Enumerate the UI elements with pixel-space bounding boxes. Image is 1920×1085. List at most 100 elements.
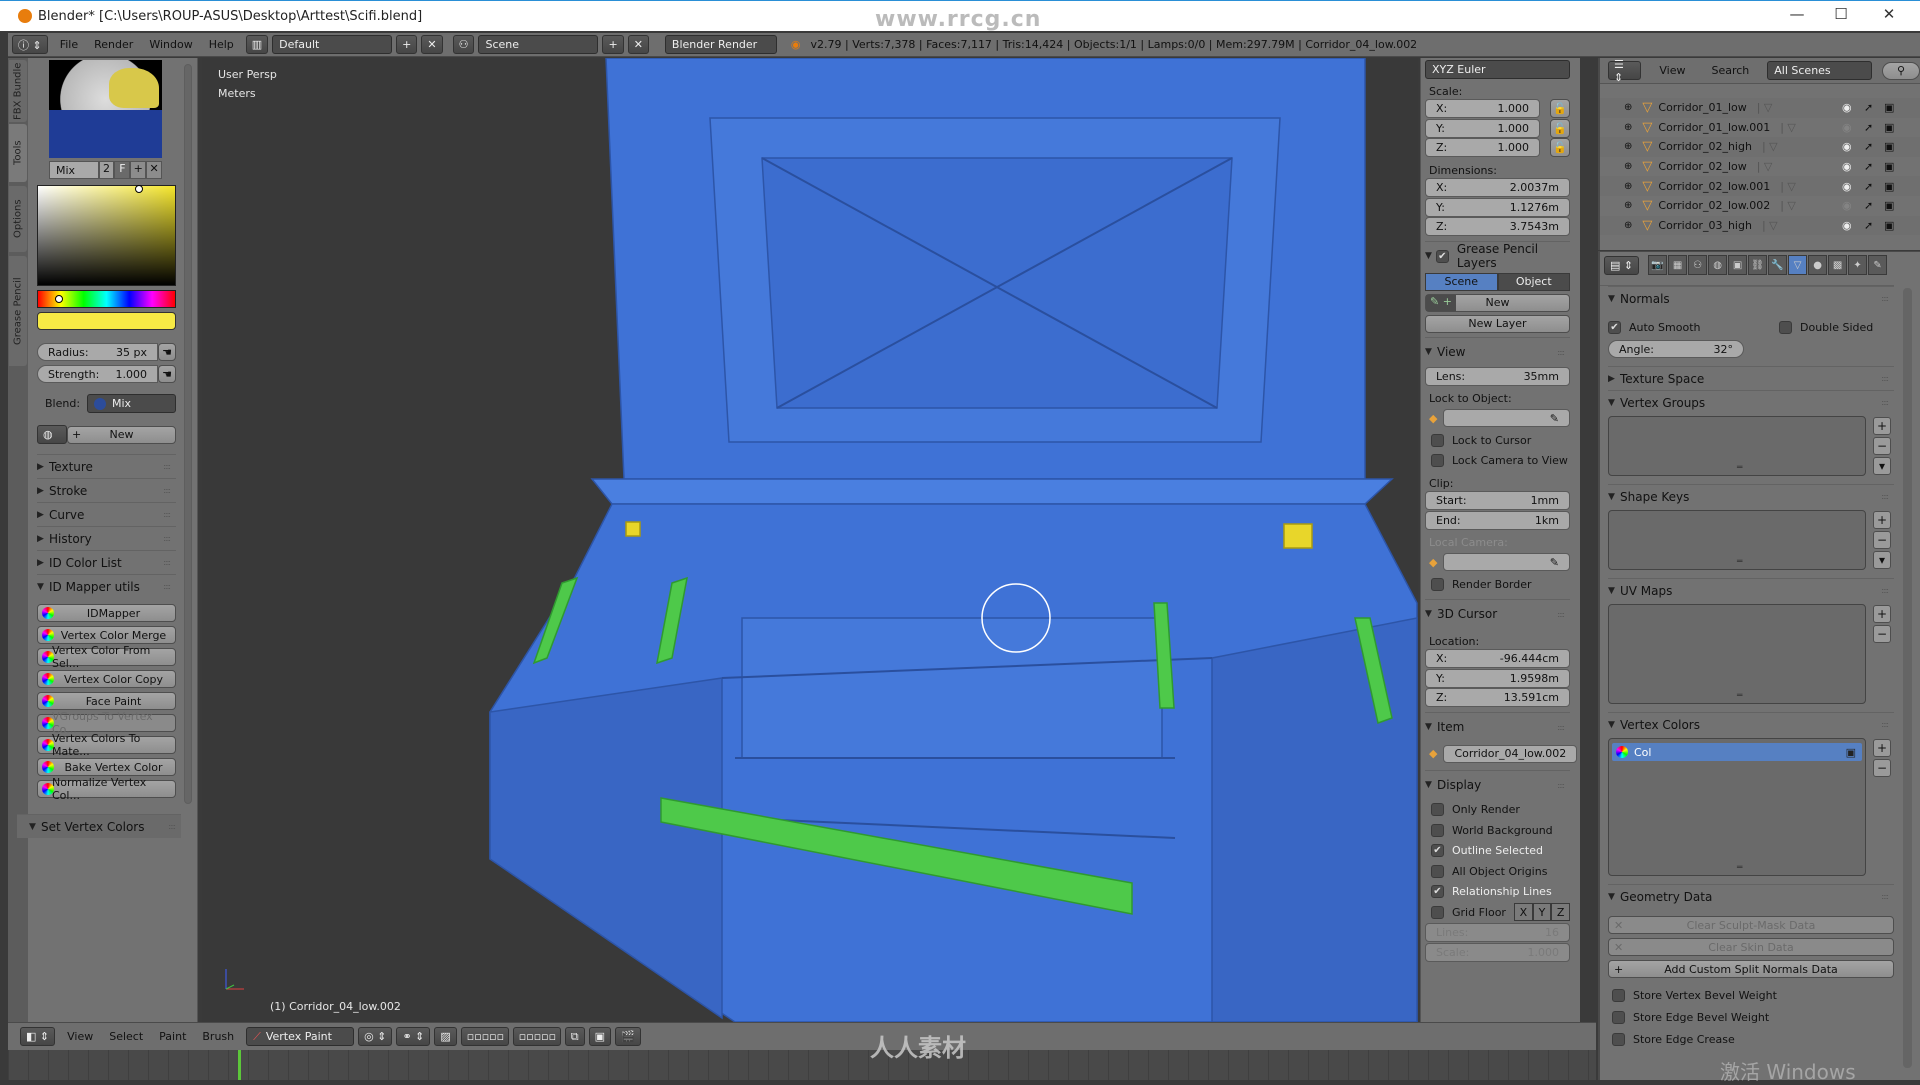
- only-render-checkbox[interactable]: [1431, 803, 1444, 817]
- renderable-camera-icon[interactable]: ▣: [1884, 121, 1894, 134]
- grip-icon[interactable]: ::::: [163, 582, 171, 591]
- expand-icon[interactable]: ⊕: [1624, 200, 1632, 211]
- lines-field[interactable]: Lines: 16: [1425, 922, 1570, 942]
- object-field[interactable]: Corridor_04_low.002: [1443, 744, 1578, 763]
- panel-shape-keys[interactable]: ▼ Shape Keys::::: [1608, 484, 1894, 508]
- panel-view[interactable]: ▼ View::::: [1425, 336, 1570, 367]
- pressure-radius-icon[interactable]: ☚: [158, 343, 176, 361]
- visibility-eye-icon[interactable]: ◉: [1842, 121, 1852, 134]
- outliner-item[interactable]: ⊕ ▽ Corridor_03_high | ▽ ◉ ➚ ▣: [1600, 215, 1920, 236]
- remove-vertex-color-button[interactable]: −: [1873, 759, 1891, 777]
- z-field[interactable]: Z: 13.591cm: [1425, 688, 1570, 708]
- outliner-item[interactable]: ⊕ ▽ Corridor_02_low | ▽ ◉ ➚ ▣: [1600, 157, 1920, 177]
- panel-history[interactable]: ▶ History::::: [37, 526, 176, 550]
- selectable-arrow-icon[interactable]: ➚: [1864, 101, 1873, 114]
- vertex-color-item[interactable]: Col ▣: [1612, 743, 1862, 761]
- visibility-eye-icon[interactable]: ◉: [1842, 140, 1852, 153]
- tab-options[interactable]: Options: [9, 186, 27, 252]
- x-field[interactable]: X: -96.444cm: [1425, 649, 1570, 669]
- visibility-eye-icon[interactable]: ◉: [1842, 160, 1852, 173]
- expand-icon[interactable]: ⊕: [1624, 181, 1632, 192]
- new-layer-button[interactable]: New Layer: [1425, 314, 1570, 333]
- 3d-viewport[interactable]: User Persp Meters (1) Corridor_04_low.00…: [202, 58, 1418, 1022]
- selectable-arrow-icon[interactable]: ➚: [1864, 121, 1873, 134]
- visibility-eye-icon[interactable]: ◉: [1842, 180, 1852, 193]
- tab-data-icon[interactable]: ▽: [1788, 255, 1808, 275]
- render-camera-icon[interactable]: ▣: [1846, 746, 1856, 759]
- relationship-lines-checkbox[interactable]: ✔: [1431, 885, 1444, 899]
- renderable-camera-icon[interactable]: ▣: [1884, 160, 1894, 173]
- face-mask-icon[interactable]: ▨: [434, 1027, 457, 1046]
- visibility-eye-icon[interactable]: ◉: [1842, 199, 1852, 212]
- grid-floor-checkbox[interactable]: [1431, 905, 1444, 919]
- grip-icon[interactable]: ::::: [1557, 348, 1565, 357]
- tab-modifiers-icon[interactable]: 🔧: [1768, 255, 1788, 275]
- info-editor-type-icon[interactable]: ⓘ ⇕: [12, 35, 48, 54]
- remove-vertex-group-button[interactable]: −: [1873, 437, 1891, 455]
- z-field[interactable]: Z: 1.000: [1425, 138, 1540, 158]
- vertex-color-from-sel-button[interactable]: Vertex Color From Sel...: [37, 644, 176, 670]
- render-border-checkbox[interactable]: [1431, 578, 1444, 592]
- add-vertex-color-button[interactable]: +: [1873, 739, 1891, 757]
- brush-preview[interactable]: [49, 60, 162, 158]
- grease-pencil-checkbox[interactable]: ✔: [1435, 249, 1449, 263]
- panel-vertex-groups[interactable]: ▼ Vertex Groups::::: [1608, 390, 1894, 414]
- grip-icon[interactable]: ::::: [163, 486, 171, 495]
- outliner-editor-icon[interactable]: ☰ ⇕: [1608, 58, 1642, 84]
- add-scene-button[interactable]: +: [602, 35, 624, 54]
- new-button[interactable]: ✎ + New: [1425, 293, 1570, 312]
- layers-grid-2[interactable]: ▫▫▫▫▫: [512, 1027, 561, 1046]
- remove-layout-button[interactable]: ✕: [421, 35, 443, 54]
- expand-icon[interactable]: ⊕: [1624, 220, 1632, 231]
- grid-axis-y[interactable]: Y: [1532, 903, 1552, 922]
- tab-particles-icon[interactable]: ✦: [1848, 255, 1868, 275]
- current-frame-indicator[interactable]: [238, 1050, 241, 1080]
- outliner-menu-search[interactable]: Search: [1703, 64, 1757, 77]
- tab-render-layers-icon[interactable]: ▦: [1668, 255, 1688, 275]
- toggle-scene[interactable]: Scene: [1425, 272, 1498, 291]
- panel-texture-space[interactable]: ▶ Texture Space::::: [1608, 366, 1894, 390]
- outliner-item[interactable]: ⊕ ▽ Corridor_02_low.001 | ▽ ◉ ➚ ▣: [1600, 176, 1920, 196]
- panel-uv-maps[interactable]: ▼ UV Maps::::: [1608, 578, 1894, 602]
- panel-stroke[interactable]: ▶ Stroke::::: [37, 478, 176, 502]
- scene-select[interactable]: Scene: [478, 35, 599, 54]
- fake-user-toggle[interactable]: F: [114, 161, 131, 179]
- radius-field[interactable]: Radius: 35 px: [37, 343, 158, 361]
- end-field[interactable]: End: 1km: [1425, 511, 1570, 531]
- lock-to-cursor-checkbox[interactable]: [1431, 433, 1444, 447]
- menu-brush[interactable]: Brush: [194, 1030, 242, 1043]
- grid-axis-x[interactable]: X: [1514, 903, 1533, 922]
- properties-editor-icon[interactable]: ▤ ⇕: [1604, 255, 1640, 275]
- palette-icon[interactable]: ◍: [37, 425, 67, 444]
- add-vertex-group-button[interactable]: +: [1873, 417, 1891, 435]
- properties-scrollbar[interactable]: [1903, 288, 1912, 1068]
- outliner-item[interactable]: ⊕ ▽ Corridor_01_low.001 | ▽ ◉ ➚ ▣: [1600, 118, 1920, 138]
- render-engine-select[interactable]: Blender Render: [664, 35, 777, 54]
- blend-select[interactable]: Mix: [87, 394, 176, 413]
- grip-icon[interactable]: ::::: [163, 558, 171, 567]
- lock-icon[interactable]: 🔓: [1550, 99, 1570, 119]
- tab-constraints-icon[interactable]: ⛓: [1748, 255, 1768, 275]
- renderable-camera-icon[interactable]: ▣: [1884, 180, 1894, 193]
- render-animation-icon[interactable]: 🎬: [615, 1027, 641, 1046]
- remove-scene-button[interactable]: ✕: [627, 35, 649, 54]
- x-field[interactable]: X: 1.000: [1425, 99, 1540, 119]
- outliner-item[interactable]: ⊕ ▽ Corridor_02_high | ▽ ◉ ➚ ▣: [1600, 137, 1920, 157]
- vertex-colors-to-mate-button[interactable]: Vertex Colors To Mate...: [37, 732, 176, 758]
- menu-window[interactable]: Window: [141, 38, 200, 51]
- renderable-camera-icon[interactable]: ▣: [1884, 140, 1894, 153]
- vertex-color-copy-button[interactable]: Vertex Color Copy: [37, 670, 176, 688]
- z-field[interactable]: Z: 3.7543m: [1425, 217, 1570, 237]
- outliner-filter-select[interactable]: All Scenes: [1767, 61, 1873, 80]
- add-layout-button[interactable]: +: [396, 35, 418, 54]
- color-picker-square[interactable]: [37, 185, 176, 286]
- store-edge-bevel-weight-checkbox[interactable]: [1612, 1010, 1625, 1024]
- grip-icon[interactable]: ::::: [1557, 610, 1565, 619]
- pivot-icon[interactable]: ⚭ ⇕: [396, 1027, 431, 1046]
- selectable-arrow-icon[interactable]: ➚: [1864, 199, 1873, 212]
- rotation-mode-select[interactable]: XYZ Euler: [1425, 60, 1570, 79]
- shape-key-menu-button[interactable]: ▾: [1873, 551, 1891, 569]
- grip-icon[interactable]: ::::: [1557, 781, 1565, 790]
- panel-set-vertex-colors[interactable]: ▼ Set Vertex Colors::::: [17, 814, 181, 838]
- layout-icon[interactable]: ▥: [245, 35, 269, 54]
